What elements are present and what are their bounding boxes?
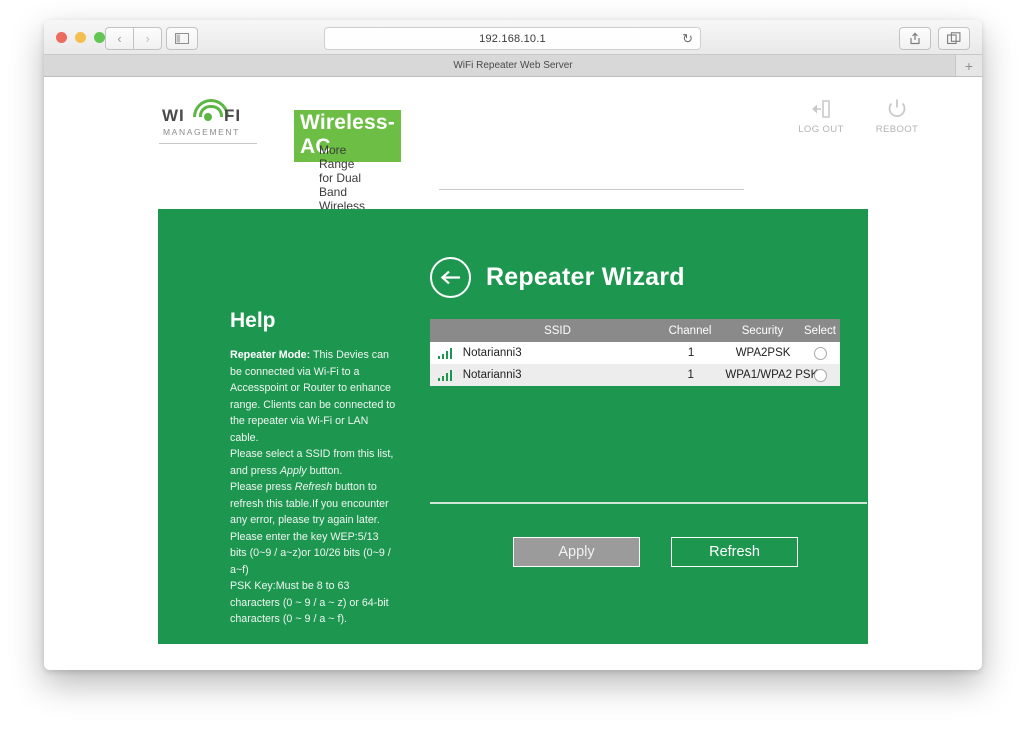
- page-title: Repeater Wizard: [486, 263, 685, 291]
- help-mode-label: Repeater Mode:: [230, 349, 311, 361]
- wifi-management-logo: WI FI MANAGEMENT: [159, 98, 259, 144]
- help-title: Help: [230, 309, 276, 332]
- reboot-label: REBOOT: [875, 124, 919, 135]
- table-row[interactable]: Notarianni3 1 WPA1/WPA2 PSK: [430, 364, 840, 386]
- browser-window: ‹ › 192.168.10.1 ↻ WiFi Repeater Web Ser…: [44, 20, 982, 670]
- cell-ssid: Notarianni3: [462, 369, 522, 381]
- tab-active-title[interactable]: WiFi Repeater Web Server: [453, 60, 572, 71]
- web-page: WI FI MANAGEMENT Wireless-AC More Range …: [44, 77, 982, 670]
- apply-button[interactable]: Apply: [513, 537, 640, 567]
- help-section: Help Repeater Mode: This Devies can be c…: [230, 309, 398, 628]
- ssid-table: SSID Channel Security Select Notarianni3…: [430, 319, 840, 386]
- table-header-row: SSID Channel Security Select: [430, 319, 840, 342]
- share-icon: [910, 32, 920, 45]
- logo-wi-text: WI: [162, 106, 185, 125]
- logout-icon: [812, 100, 830, 118]
- chevron-left-icon: ‹: [117, 31, 122, 46]
- chevron-right-icon: ›: [145, 31, 150, 46]
- help-paragraph-wep: Please enter the key WEP:5/13 bits (0~9 …: [230, 530, 391, 576]
- help-paragraph-mode: Repeater Mode: This Devies can be connec…: [230, 347, 398, 446]
- back-arrow-icon: [440, 270, 460, 285]
- refresh-button[interactable]: Refresh: [671, 537, 798, 567]
- navigation-buttons: ‹ ›: [105, 27, 162, 50]
- table-row[interactable]: Notarianni3 1 WPA2PSK: [430, 342, 840, 364]
- logo-management-text: MANAGEMENT: [163, 127, 240, 137]
- tab-bar: WiFi Repeater Web Server +: [44, 55, 982, 77]
- help-paragraph-refresh: Please press Refresh button to refresh t…: [230, 479, 398, 529]
- forward-button[interactable]: ›: [134, 27, 162, 50]
- show-sidebar-button[interactable]: [166, 27, 198, 50]
- browser-toolbar: ‹ › 192.168.10.1 ↻: [44, 20, 982, 55]
- share-button[interactable]: [899, 27, 931, 50]
- maximize-window-button[interactable]: [94, 32, 105, 43]
- select-radio-button[interactable]: [813, 346, 827, 360]
- header-cell-security: Security: [741, 324, 784, 337]
- help-apply-emphasis: Apply: [279, 464, 307, 477]
- main-green-panel: Help Repeater Mode: This Devies can be c…: [158, 209, 868, 644]
- address-bar[interactable]: 192.168.10.1 ↻: [324, 27, 701, 50]
- header-cell-select: Select: [804, 324, 836, 337]
- new-tab-button[interactable]: +: [955, 55, 982, 76]
- plus-icon: +: [964, 57, 974, 74]
- help-apply-suffix: button.: [306, 464, 343, 477]
- cell-channel: 1: [687, 369, 694, 381]
- logo-fi-text: FI: [224, 106, 242, 125]
- logout-label: LOG OUT: [798, 124, 844, 135]
- help-paragraph-apply: Please select a SSID from this list, and…: [230, 446, 398, 479]
- back-arrow-button[interactable]: [430, 257, 471, 298]
- header-cell-channel: Channel: [668, 324, 712, 337]
- power-icon: [888, 99, 906, 117]
- close-window-button[interactable]: [56, 32, 67, 43]
- action-buttons: Apply Refresh: [513, 537, 798, 567]
- url-text: 192.168.10.1: [479, 32, 546, 45]
- help-refresh-prefix: Please press: [230, 481, 295, 493]
- header-actions: LOG OUT REBOOT: [795, 98, 923, 135]
- cell-channel: 1: [687, 347, 695, 359]
- reload-icon[interactable]: ↻: [682, 31, 693, 46]
- header-divider: [439, 189, 744, 190]
- tabs-overview-icon: [947, 32, 961, 45]
- show-all-tabs-button[interactable]: [938, 27, 970, 50]
- back-button[interactable]: ‹: [105, 27, 134, 50]
- signal-bars-icon: [430, 347, 460, 359]
- window-controls: [56, 32, 105, 43]
- help-body: Repeater Mode: This Devies can be connec…: [230, 347, 398, 628]
- cell-select: [800, 368, 840, 382]
- cell-ssid: Notarianni3: [462, 347, 522, 359]
- signal-bars-icon: [430, 369, 460, 381]
- wizard-header: Repeater Wizard: [430, 257, 685, 298]
- section-divider: [430, 502, 867, 504]
- help-mode-text: This Devies can be connected via Wi-Fi t…: [230, 349, 396, 444]
- cell-security: WPA2PSK: [735, 347, 791, 359]
- help-paragraph-psk: PSK Key:Must be 8 to 63 characters (0 ~ …: [230, 580, 389, 625]
- cell-select: [800, 346, 840, 360]
- reboot-button[interactable]: REBOOT: [871, 98, 923, 135]
- select-radio-button[interactable]: [813, 368, 827, 382]
- site-header: WI FI MANAGEMENT Wireless-AC More Range …: [159, 98, 401, 227]
- logo-underline: [159, 143, 257, 144]
- cell-security: WPA1/WPA2 PSK: [725, 369, 819, 381]
- header-cell-ssid: SSID: [544, 324, 571, 337]
- help-refresh-emphasis: Refresh: [294, 481, 333, 493]
- sidebar-icon: [175, 33, 189, 44]
- logout-button[interactable]: LOG OUT: [795, 98, 847, 135]
- minimize-window-button[interactable]: [75, 32, 86, 43]
- toolbar-right-buttons: [899, 27, 970, 50]
